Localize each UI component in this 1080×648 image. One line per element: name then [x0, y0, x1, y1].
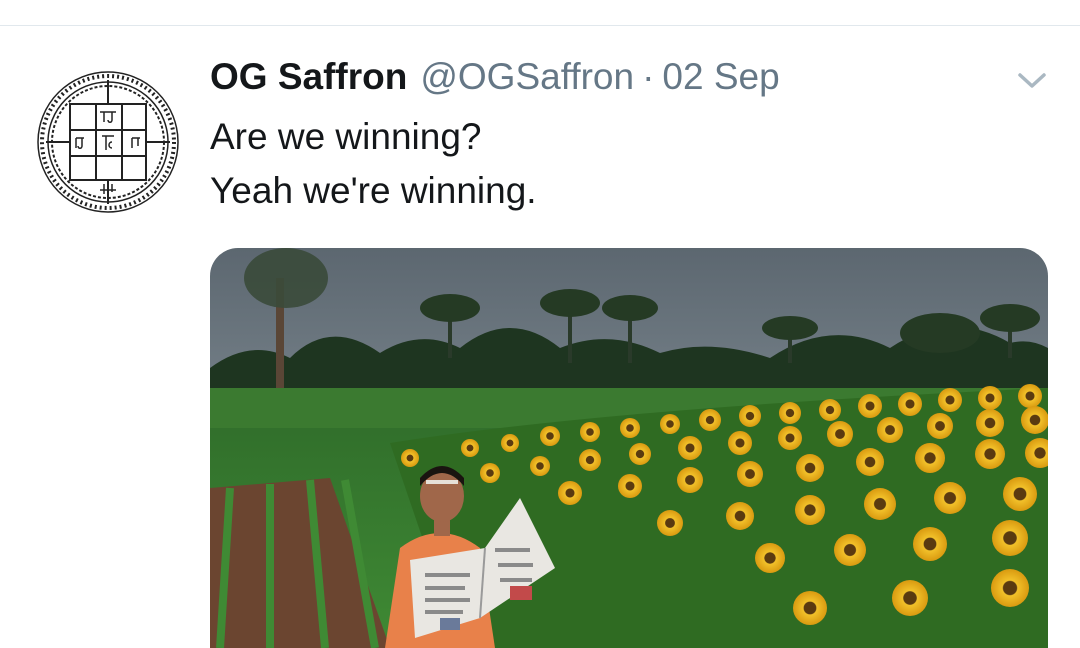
tweet-text-line-1: Are we winning?: [210, 116, 482, 157]
user-handle[interactable]: @OGSaffron: [420, 56, 634, 98]
tweet-media-image[interactable]: [210, 248, 1048, 648]
tweet-date[interactable]: 02 Sep: [662, 56, 779, 98]
tweet-menu-button[interactable]: [1014, 66, 1050, 96]
tweet-text-line-2: Yeah we're winning.: [210, 170, 537, 211]
tweet-header: OG Saffron @OGSaffron · 02 Sep: [210, 56, 780, 104]
tweet[interactable]: OG Saffron @OGSaffron · 02 Sep Are we wi…: [0, 26, 1080, 648]
tweet-text: Are we winning? Yeah we're winning.: [210, 110, 1050, 218]
chevron-down-icon: [1018, 73, 1046, 88]
mandala-seal-icon: [37, 71, 179, 213]
sunflower-field-photo: [210, 248, 1048, 648]
separator: ·: [642, 56, 655, 97]
avatar[interactable]: [32, 66, 184, 218]
display-name[interactable]: OG Saffron: [210, 56, 407, 98]
